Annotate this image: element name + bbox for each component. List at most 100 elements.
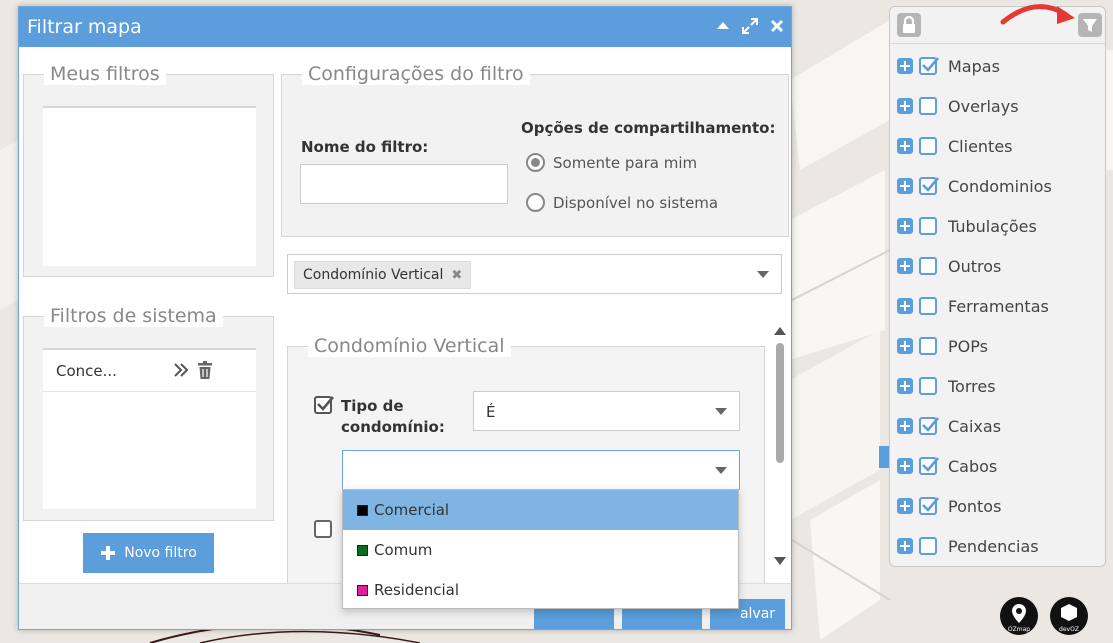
- new-filter-label: Novo filtro: [124, 545, 197, 561]
- filter-name-input[interactable]: [300, 164, 508, 204]
- radio-only-me-indicator[interactable]: [526, 153, 545, 172]
- lock-icon[interactable]: [897, 13, 921, 37]
- layer-checkbox[interactable]: [919, 497, 939, 515]
- selected-layer-tag-label: Condomínio Vertical: [303, 267, 444, 283]
- filter-config-legend: Configurações do filtro: [302, 63, 530, 85]
- system-filters-legend: Filtros de sistema: [44, 305, 223, 327]
- layer-checkbox[interactable]: [919, 457, 939, 475]
- option-label: Comum: [374, 541, 433, 559]
- layer-item-clientes[interactable]: Clientes: [897, 134, 1013, 158]
- list-item[interactable]: Conce...: [43, 350, 256, 392]
- layer-item-cabos[interactable]: Cabos: [897, 454, 997, 478]
- expand-icon[interactable]: [897, 218, 913, 234]
- ozmap-logo: OZmap: [1000, 597, 1038, 635]
- layer-checkbox[interactable]: [919, 377, 937, 395]
- ozmap-logo-text: OZmap: [1008, 626, 1030, 633]
- layer-item-torres[interactable]: Torres: [897, 374, 996, 398]
- layer-label: Cabos: [948, 456, 998, 476]
- expand-icon[interactable]: [897, 338, 913, 354]
- layer-item-overlays[interactable]: Overlays: [897, 94, 1019, 118]
- expand-icon[interactable]: [897, 138, 913, 154]
- layer-item-pops[interactable]: POPs: [897, 334, 988, 358]
- layer-label: Caixas: [948, 416, 1002, 436]
- layer-item-mapas[interactable]: Mapas: [897, 54, 1000, 78]
- scrollbar[interactable]: [773, 321, 787, 569]
- expand-icon[interactable]: [897, 418, 913, 434]
- layer-checkbox[interactable]: [919, 137, 937, 155]
- expand-icon[interactable]: [897, 58, 913, 74]
- expand-icon[interactable]: [897, 178, 913, 194]
- layer-checkbox[interactable]: [919, 257, 937, 275]
- radio-system-indicator[interactable]: [526, 193, 545, 212]
- layer-checkbox[interactable]: [919, 97, 937, 115]
- layer-item-condominios[interactable]: Condominios: [897, 174, 1052, 198]
- layer-checkbox[interactable]: [919, 337, 937, 355]
- dialog-header[interactable]: Filtrar mapa: [19, 7, 791, 47]
- layer-label: Mapas: [948, 56, 1000, 76]
- color-swatch: [357, 544, 368, 556]
- maximize-icon[interactable]: [740, 16, 760, 36]
- filter-icon[interactable]: [1078, 13, 1102, 37]
- layer-checkbox[interactable]: [919, 537, 937, 555]
- layers-panel: [889, 6, 1106, 567]
- layer-label: Clientes: [948, 136, 1013, 156]
- expand-icon[interactable]: [897, 258, 913, 274]
- dropdown-option-residencial[interactable]: Residencial: [343, 570, 738, 610]
- expand-icon[interactable]: [897, 98, 913, 114]
- layer-label: Pendencias: [948, 536, 1039, 556]
- layer-label: Overlays: [948, 96, 1019, 116]
- arrow-annotation-icon: [1000, 4, 1075, 25]
- my-filters-list: [43, 106, 256, 266]
- layer-select[interactable]: Condomínio Vertical ✖: [287, 254, 782, 294]
- radio-system-label: Disponível no sistema: [553, 193, 719, 212]
- close-icon[interactable]: [767, 16, 787, 36]
- remove-tag-icon[interactable]: ✖: [451, 268, 462, 283]
- layer-item-pontos[interactable]: Pontos: [897, 494, 1001, 518]
- operator-value: É: [486, 403, 496, 421]
- color-swatch: [357, 584, 368, 596]
- operator-select[interactable]: É: [473, 391, 740, 431]
- layer-checkbox[interactable]: [919, 417, 939, 435]
- dropdown-option-comum[interactable]: Comum: [343, 530, 738, 570]
- my-filters-legend: Meus filtros: [44, 63, 166, 85]
- expand-icon[interactable]: [897, 498, 913, 514]
- radio-system[interactable]: Disponível no sistema: [526, 193, 718, 212]
- expand-icon[interactable]: [897, 458, 913, 474]
- layer-checkbox[interactable]: [919, 297, 937, 315]
- layer-label: Outros: [948, 256, 1002, 276]
- chevron-down-icon[interactable]: [757, 271, 769, 278]
- color-swatch: [357, 504, 368, 516]
- dropdown-option-comercial[interactable]: Comercial: [343, 490, 738, 530]
- dialog-title: Filtrar mapa: [27, 16, 142, 38]
- layer-checkbox[interactable]: [919, 177, 939, 195]
- layer-item-tubulacoes[interactable]: Tubulações: [897, 214, 1037, 238]
- layer-label: POPs: [948, 336, 988, 356]
- save-button-label: alvar: [739, 606, 776, 622]
- expand-icon[interactable]: [897, 538, 913, 554]
- layer-item-caixas[interactable]: Caixas: [897, 414, 1001, 438]
- devoz-logo-text: devOZ: [1059, 626, 1079, 633]
- field-label-line1: Tipo de: [341, 397, 404, 415]
- layer-item-outros[interactable]: Outros: [897, 254, 1001, 278]
- collapse-icon[interactable]: [713, 16, 733, 36]
- layer-checkbox[interactable]: [919, 57, 939, 75]
- expand-icon[interactable]: [897, 298, 913, 314]
- field-checkbox[interactable]: [314, 396, 334, 414]
- condominio-section-legend: Condomínio Vertical: [308, 335, 511, 357]
- layer-label: Torres: [948, 376, 996, 396]
- layer-item-pendencias[interactable]: Pendencias: [897, 534, 1039, 558]
- chevron-down-icon[interactable]: [715, 408, 727, 415]
- layer-checkbox[interactable]: [919, 217, 937, 235]
- radio-only-me[interactable]: Somente para mim: [526, 153, 697, 172]
- apply-filter-icon[interactable]: [171, 360, 191, 380]
- value-select[interactable]: [342, 450, 740, 490]
- trash-icon[interactable]: [195, 360, 215, 380]
- expand-icon[interactable]: [897, 378, 913, 394]
- layer-item-ferramentas[interactable]: Ferramentas: [897, 294, 1049, 318]
- new-filter-button[interactable]: Novo filtro: [83, 533, 214, 573]
- layer-label: Pontos: [948, 496, 1002, 516]
- second-field-checkbox[interactable]: [314, 520, 332, 538]
- system-filters-list: Conce...: [43, 348, 256, 509]
- chevron-down-icon[interactable]: [715, 467, 727, 474]
- layer-label: Ferramentas: [948, 296, 1049, 316]
